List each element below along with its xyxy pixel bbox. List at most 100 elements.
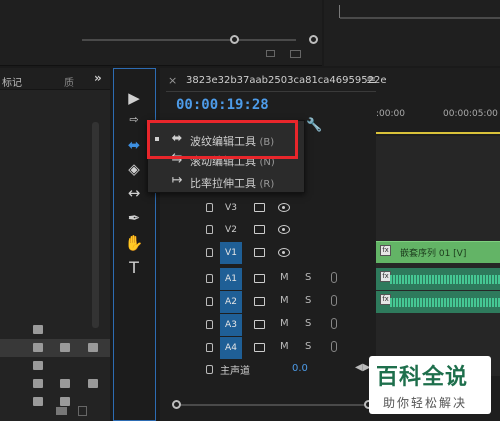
solo-button[interactable]: S: [305, 272, 311, 283]
program-scrollbar[interactable]: [340, 17, 500, 19]
hand-tool-icon[interactable]: ✋: [124, 233, 144, 253]
mic-icon[interactable]: [331, 341, 337, 352]
mute-button[interactable]: M: [280, 295, 289, 306]
lock-icon[interactable]: [206, 320, 213, 329]
eye-icon[interactable]: [278, 248, 290, 257]
watermark-title: 百科全说: [376, 365, 469, 390]
solo-button[interactable]: S: [305, 318, 311, 329]
track-label-a1[interactable]: A1: [220, 268, 242, 290]
timeline-scrollbar[interactable]: [176, 404, 372, 406]
selection-tool-icon[interactable]: ▶: [124, 88, 144, 108]
track-label-a4[interactable]: A4: [220, 337, 242, 359]
mic-icon[interactable]: [331, 318, 337, 329]
lock-icon[interactable]: [206, 343, 213, 352]
source-scroll-start[interactable]: [230, 35, 239, 44]
track-label-a2[interactable]: A2: [220, 291, 242, 313]
project-scrollbar[interactable]: [92, 122, 99, 328]
tab-markers[interactable]: 标记: [2, 74, 22, 89]
bin-icon: [60, 397, 70, 406]
track-row-a3: A3 M S: [160, 314, 376, 336]
sync-lock-icon[interactable]: [254, 343, 265, 352]
eye-icon[interactable]: [278, 203, 290, 212]
mute-button[interactable]: M: [280, 341, 289, 352]
wrench-icon[interactable]: 🔧: [306, 118, 322, 133]
panel-overflow-button[interactable]: »: [94, 71, 102, 85]
track-label-v1[interactable]: V1: [220, 242, 242, 264]
razor-tool-icon[interactable]: ◈: [124, 159, 144, 179]
track-select-tool-icon[interactable]: ⇨: [124, 110, 144, 130]
mute-button[interactable]: M: [280, 318, 289, 329]
tick-mark: [339, 9, 340, 18]
mic-icon[interactable]: [331, 295, 337, 306]
mic-icon[interactable]: [331, 272, 337, 283]
lock-icon[interactable]: [206, 297, 213, 306]
bin-icon: [60, 343, 70, 352]
timeline-scroll-start[interactable]: [172, 400, 181, 409]
sync-lock-icon[interactable]: [254, 248, 265, 257]
new-bin-icon[interactable]: [56, 407, 67, 415]
tab-next[interactable]: 质: [64, 74, 74, 89]
sync-lock-icon[interactable]: [254, 274, 265, 283]
tab-underline: [166, 91, 376, 92]
lock-icon[interactable]: [206, 274, 213, 283]
video-clip[interactable]: fx 嵌套序列 01 [V]: [376, 241, 500, 263]
playhead-timecode[interactable]: 00:00:19:28: [176, 97, 269, 113]
project-panel-tabs: 标记 质 »: [0, 68, 110, 90]
lock-icon[interactable]: [206, 365, 213, 374]
slip-tool-icon[interactable]: ↔: [124, 183, 144, 203]
track-row-v1: V1: [160, 242, 376, 264]
menu-item-rate-stretch-label: 比率拉伸工具: [190, 177, 256, 190]
lock-icon[interactable]: [206, 248, 213, 257]
track-label-v2[interactable]: V2: [220, 219, 242, 241]
track-row-a2: A2 M S: [160, 291, 376, 313]
master-volume-value[interactable]: 0.0: [292, 363, 308, 374]
track-label-a3[interactable]: A3: [220, 314, 242, 336]
settings-icon[interactable]: [266, 50, 275, 57]
ruler-label-5s: 00:00:05:00: [443, 109, 498, 119]
sync-lock-icon[interactable]: [254, 203, 265, 212]
export-icon[interactable]: [290, 50, 301, 58]
bin-icon: [88, 343, 98, 352]
close-tab-icon[interactable]: ×: [168, 74, 177, 87]
audio-clip-a2[interactable]: fx: [376, 291, 500, 313]
program-monitor-panel: [324, 0, 500, 66]
pen-tool-icon[interactable]: ✒: [124, 208, 144, 228]
solo-button[interactable]: S: [305, 341, 311, 352]
mute-button[interactable]: M: [280, 272, 289, 283]
bin-icon: [60, 379, 70, 388]
type-tool-icon[interactable]: T: [124, 258, 144, 278]
bin-icon: [33, 343, 43, 352]
tab-menu-icon[interactable]: ≡: [366, 73, 376, 87]
source-scrollbar[interactable]: [82, 39, 296, 41]
audio-waveform: [390, 298, 500, 307]
track-row-v3: V3: [160, 197, 376, 219]
trash-icon[interactable]: [78, 406, 87, 416]
bin-icon: [33, 397, 43, 406]
sequence-name: 3823e32b37aab2503ca81ca46959522e: [186, 75, 387, 86]
bin-icon: [33, 361, 43, 370]
menu-item-rate-stretch[interactable]: ↦ 比率拉伸工具 (R): [148, 171, 306, 193]
sequence-tab[interactable]: × 3823e32b37aab2503ca81ca46959522e ≡: [160, 72, 500, 92]
bin-icon: [33, 379, 43, 388]
sync-lock-icon[interactable]: [254, 225, 265, 234]
audio-clip-a1[interactable]: fx: [376, 268, 500, 290]
timeline-scroll-area: [160, 392, 376, 420]
rate-stretch-icon: ↦: [171, 173, 183, 188]
menu-item-rate-stretch-shortcut: (R): [259, 179, 275, 190]
ripple-edit-tool-icon[interactable]: ⬌: [124, 135, 144, 155]
source-scroll-end[interactable]: [309, 35, 318, 44]
audio-waveform: [390, 275, 500, 284]
track-label-v3[interactable]: V3: [220, 197, 242, 219]
video-clip-label: 嵌套序列 01 [V]: [400, 249, 467, 259]
lock-icon[interactable]: [206, 203, 213, 212]
watermark-subtitle: 助你轻松解决: [383, 396, 468, 410]
eye-icon[interactable]: [278, 225, 290, 234]
sync-lock-icon[interactable]: [254, 320, 265, 329]
sync-lock-icon[interactable]: [254, 297, 265, 306]
work-area-bar[interactable]: [376, 132, 500, 134]
track-row-a1: A1 M S: [160, 268, 376, 290]
solo-button[interactable]: S: [305, 295, 311, 306]
ruler-label-start: :00:00: [376, 109, 405, 119]
lock-icon[interactable]: [206, 225, 213, 234]
fx-badge: fx: [380, 245, 391, 256]
